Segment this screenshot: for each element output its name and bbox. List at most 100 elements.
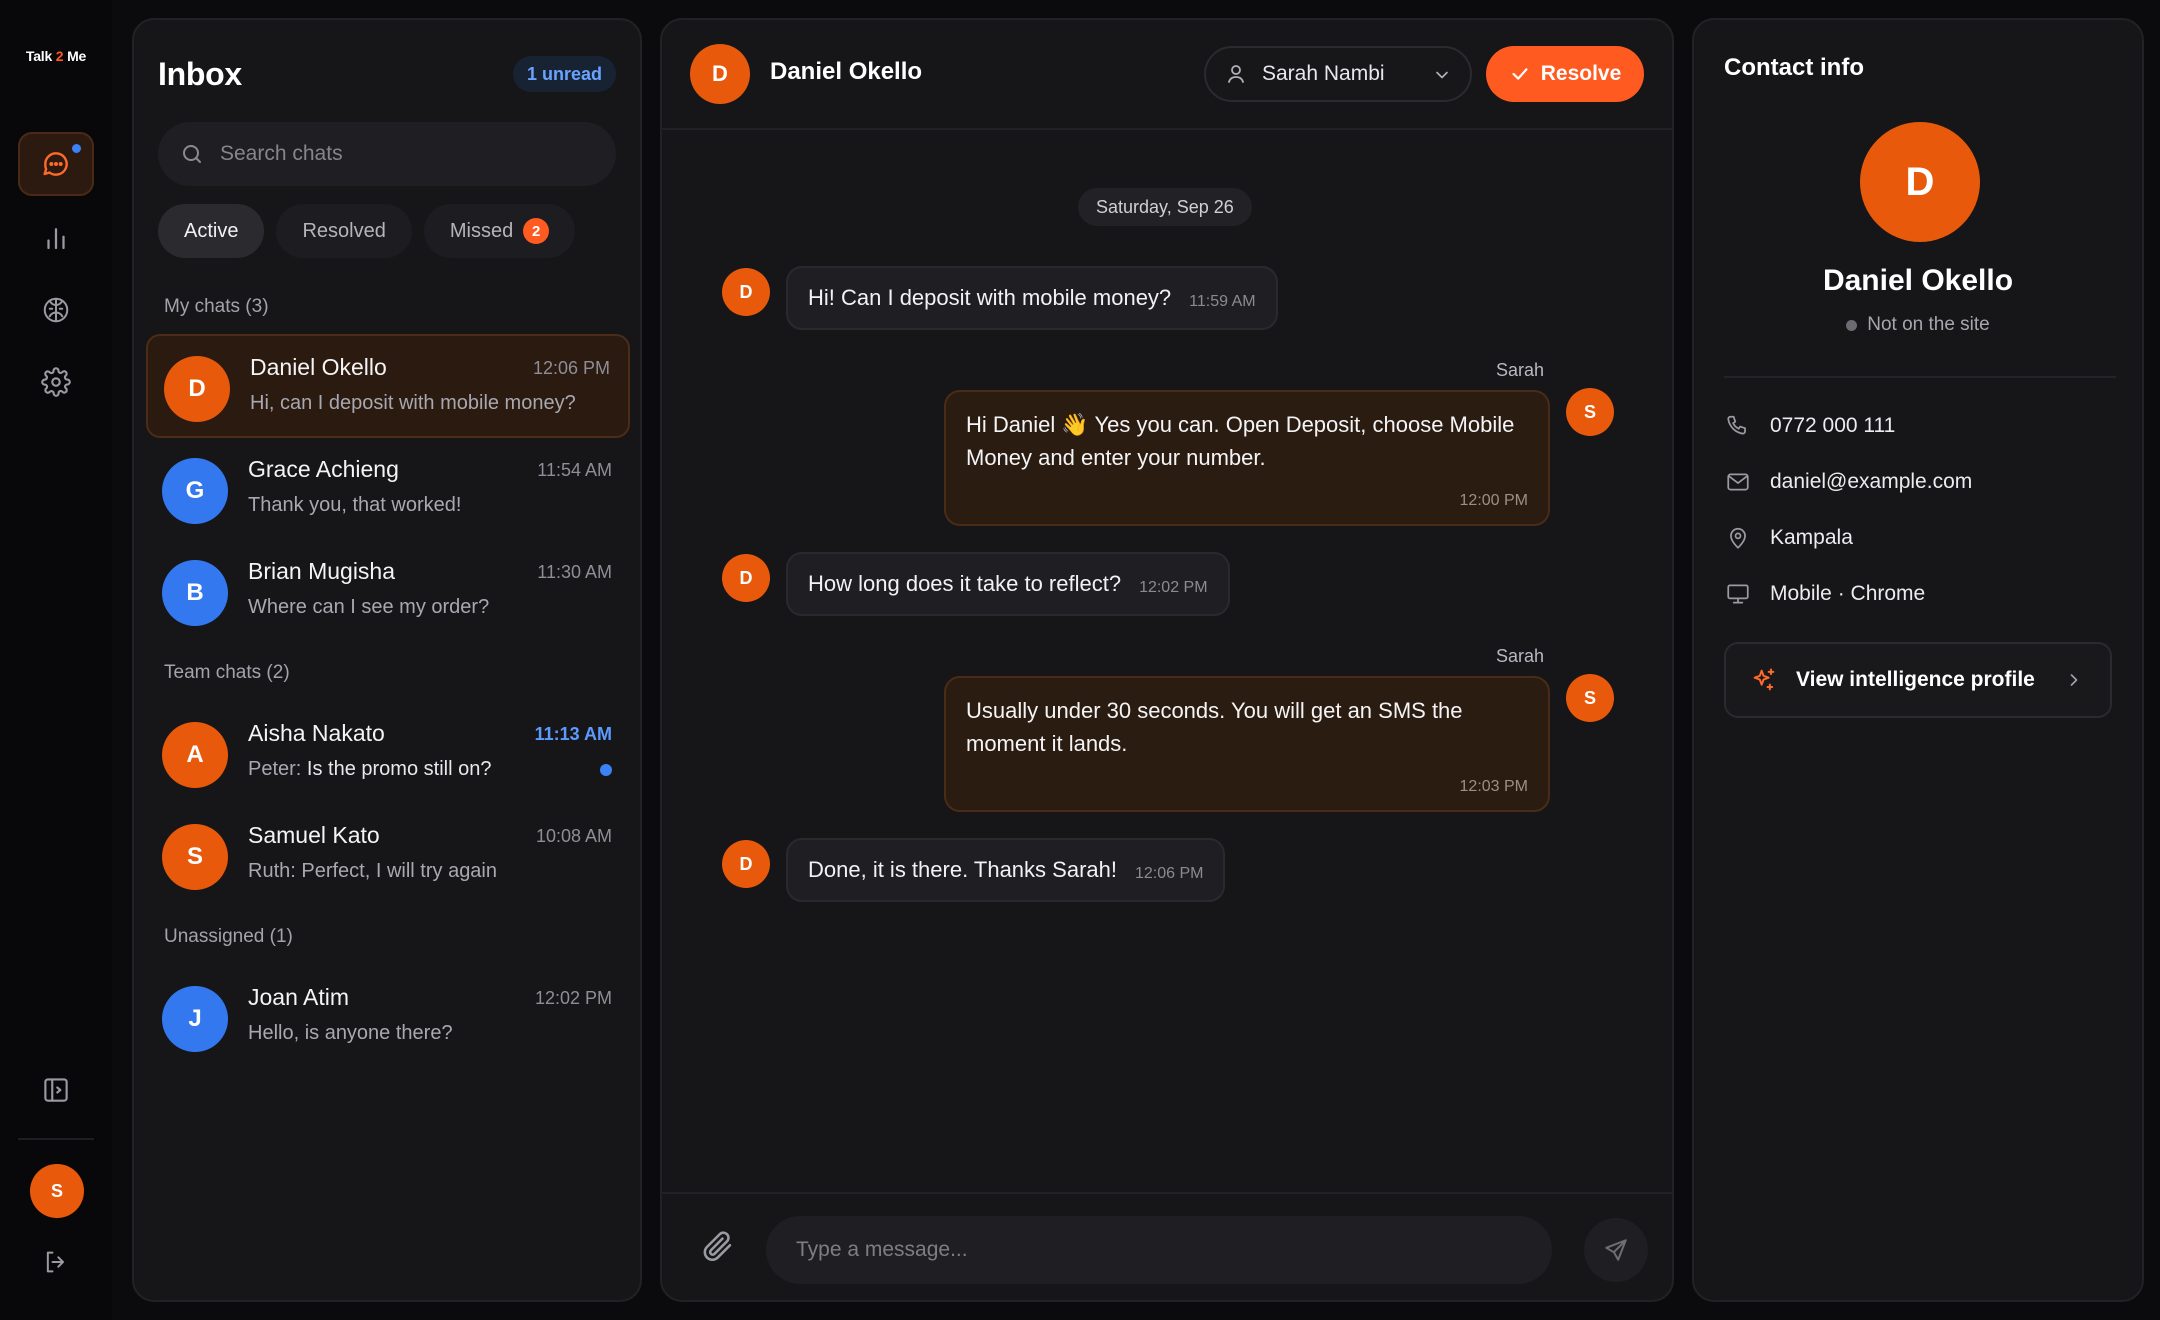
- gear-icon: [41, 367, 71, 397]
- conversation-item[interactable]: A Aisha Nakato 11:13 AM Peter: Is the pr…: [146, 702, 630, 806]
- search-input[interactable]: [220, 142, 600, 166]
- outgoing-message: Usually under 30 seconds. You will get a…: [944, 676, 1550, 812]
- inbox-title: Inbox: [158, 56, 242, 92]
- sidebar-toggle-button[interactable]: [18, 1058, 94, 1122]
- check-icon: [1509, 63, 1531, 85]
- missed-count-badge: 2: [523, 218, 550, 244]
- message-time: 12:06 PM: [1134, 865, 1204, 882]
- conversation-time: 12:06 PM: [532, 358, 610, 378]
- monitor-icon: [1724, 581, 1752, 607]
- conversation-preview: Ruth: Perfect, I will try again: [248, 860, 497, 882]
- search-icon: [180, 142, 204, 166]
- notification-dot: [70, 142, 83, 155]
- assignee-dropdown[interactable]: Sarah Nambi: [1204, 46, 1472, 102]
- conversation-time: 11:54 AM: [537, 460, 612, 480]
- logout-icon: [42, 1248, 70, 1276]
- message-input[interactable]: [766, 1216, 1552, 1284]
- nav-intelligence-button[interactable]: [18, 278, 94, 342]
- contact-email: daniel@example.com: [1724, 464, 1972, 500]
- search-box[interactable]: [158, 122, 616, 186]
- sparkle-icon: [1750, 666, 1778, 694]
- incoming-message: Hi! Can I deposit with mobile money? 11:5…: [786, 266, 1278, 330]
- conversation-item[interactable]: B Brian Mugisha 11:30 AM Where can I see…: [146, 540, 630, 644]
- message-sender: Sarah: [1496, 646, 1545, 666]
- conversation-name: Samuel Kato: [248, 822, 380, 848]
- message-time: 11:59 AM: [1189, 293, 1256, 310]
- chevron-right-icon: [2064, 670, 2084, 690]
- conversation-name: Daniel Okello: [250, 354, 387, 380]
- resolve-button[interactable]: Resolve: [1486, 46, 1644, 102]
- conversation-preview: Thank you, that worked!: [248, 494, 462, 516]
- logout-button[interactable]: [18, 1230, 94, 1294]
- presence-dot: [1846, 319, 1858, 331]
- inbox-panel: Inbox 1 unread Active Resolved Missed2 M…: [132, 18, 642, 1302]
- nav-analytics-button[interactable]: [18, 206, 94, 270]
- contact-location: Kampala: [1724, 520, 1853, 556]
- incoming-message: How long does it take to reflect? 12:02 P…: [786, 552, 1230, 616]
- send-icon: [1603, 1237, 1629, 1263]
- conversation-item[interactable]: S Samuel Kato 10:08 AM Ruth: Perfect, I …: [146, 804, 630, 908]
- nav-rail: Talk 2 Me S: [0, 0, 112, 1320]
- conversation-item[interactable]: D Daniel Okello 12:06 PM Hi, can I depos…: [146, 334, 630, 438]
- avatar: B: [162, 560, 228, 626]
- conversation-item[interactable]: J Joan Atim 12:02 PM Hello, is anyone th…: [146, 966, 630, 1070]
- conversation-name: Brian Mugisha: [248, 558, 396, 584]
- rail-divider: [18, 1138, 94, 1140]
- chevron-down-icon: [1432, 65, 1452, 85]
- nav-settings-button[interactable]: [18, 350, 94, 414]
- message-avatar: S: [1566, 388, 1614, 436]
- unread-dot: [600, 764, 612, 776]
- attach-button[interactable]: [700, 1228, 736, 1264]
- contact-device: Mobile · Chrome: [1724, 576, 1925, 612]
- send-button[interactable]: [1584, 1218, 1648, 1282]
- chat-panel: D Daniel Okello Sarah Nambi Resolve Satu…: [660, 18, 1674, 1302]
- nav-chats-button[interactable]: [18, 132, 94, 196]
- date-divider: Saturday, Sep 26: [1078, 188, 1252, 226]
- presence-status: Not on the site: [1694, 314, 2142, 336]
- app-logo[interactable]: Talk 2 Me: [0, 48, 112, 64]
- phone-icon: [1724, 413, 1752, 439]
- contact-info-panel: Contact info D Daniel Okello Not on the …: [1692, 18, 2144, 1302]
- message-avatar: D: [722, 554, 770, 602]
- message-sender: Sarah: [1496, 360, 1545, 380]
- chat-bubble-icon: [40, 148, 72, 180]
- view-intelligence-profile-button[interactable]: View intelligence profile: [1724, 642, 2112, 718]
- message-avatar: D: [722, 840, 770, 888]
- conversation-name: Joan Atim: [248, 984, 349, 1010]
- avatar: D: [690, 44, 750, 104]
- conversation-preview: Peter: Is the promo still on?: [248, 758, 492, 780]
- unread-badge: 1 unread: [512, 56, 616, 92]
- outgoing-message: Hi Daniel 👋 Yes you can. Open Deposit, c…: [944, 390, 1550, 526]
- conversation-preview: Hi, can I deposit with mobile money?: [250, 392, 576, 414]
- conversation-time: 12:02 PM: [534, 988, 612, 1008]
- mail-icon: [1724, 469, 1752, 495]
- brain-icon: [41, 295, 71, 325]
- avatar: G: [162, 458, 228, 524]
- message-time: 12:02 PM: [1139, 579, 1208, 596]
- user-avatar[interactable]: S: [30, 1164, 84, 1218]
- contact-phone: 0772 000 111: [1724, 408, 1895, 444]
- filter-active[interactable]: Active: [158, 204, 265, 258]
- message-avatar: D: [722, 268, 770, 316]
- conversation-preview: Hello, is anyone there?: [248, 1022, 453, 1044]
- conversation-name: Grace Achieng: [248, 456, 399, 482]
- divider: [1724, 376, 2116, 378]
- section-unassigned: Unassigned (1): [164, 926, 293, 947]
- avatar: J: [162, 986, 228, 1052]
- message-time: 12:00 PM: [1459, 492, 1528, 509]
- conversation-time: 10:08 AM: [535, 826, 612, 846]
- section-team-chats: Team chats (2): [164, 662, 290, 683]
- paperclip-icon: [703, 1231, 732, 1262]
- conversation-item[interactable]: G Grace Achieng 11:54 AM Thank you, that…: [146, 438, 630, 542]
- filter-missed[interactable]: Missed 2: [423, 204, 576, 258]
- sidebar-toggle-icon: [41, 1075, 71, 1105]
- conversation-time: 11:30 AM: [537, 562, 612, 582]
- contact-info-title: Contact info: [1724, 54, 1864, 81]
- filter-tabs: Active Resolved Missed 2: [158, 204, 576, 258]
- message-composer: [662, 1192, 1672, 1300]
- avatar: D: [164, 356, 230, 422]
- incoming-message: Done, it is there. Thanks Sarah! 12:06 PM: [786, 838, 1226, 902]
- conversation-preview: Where can I see my order?: [248, 596, 490, 618]
- section-my-chats: My chats (3): [164, 296, 269, 317]
- filter-resolved[interactable]: Resolved: [276, 204, 412, 258]
